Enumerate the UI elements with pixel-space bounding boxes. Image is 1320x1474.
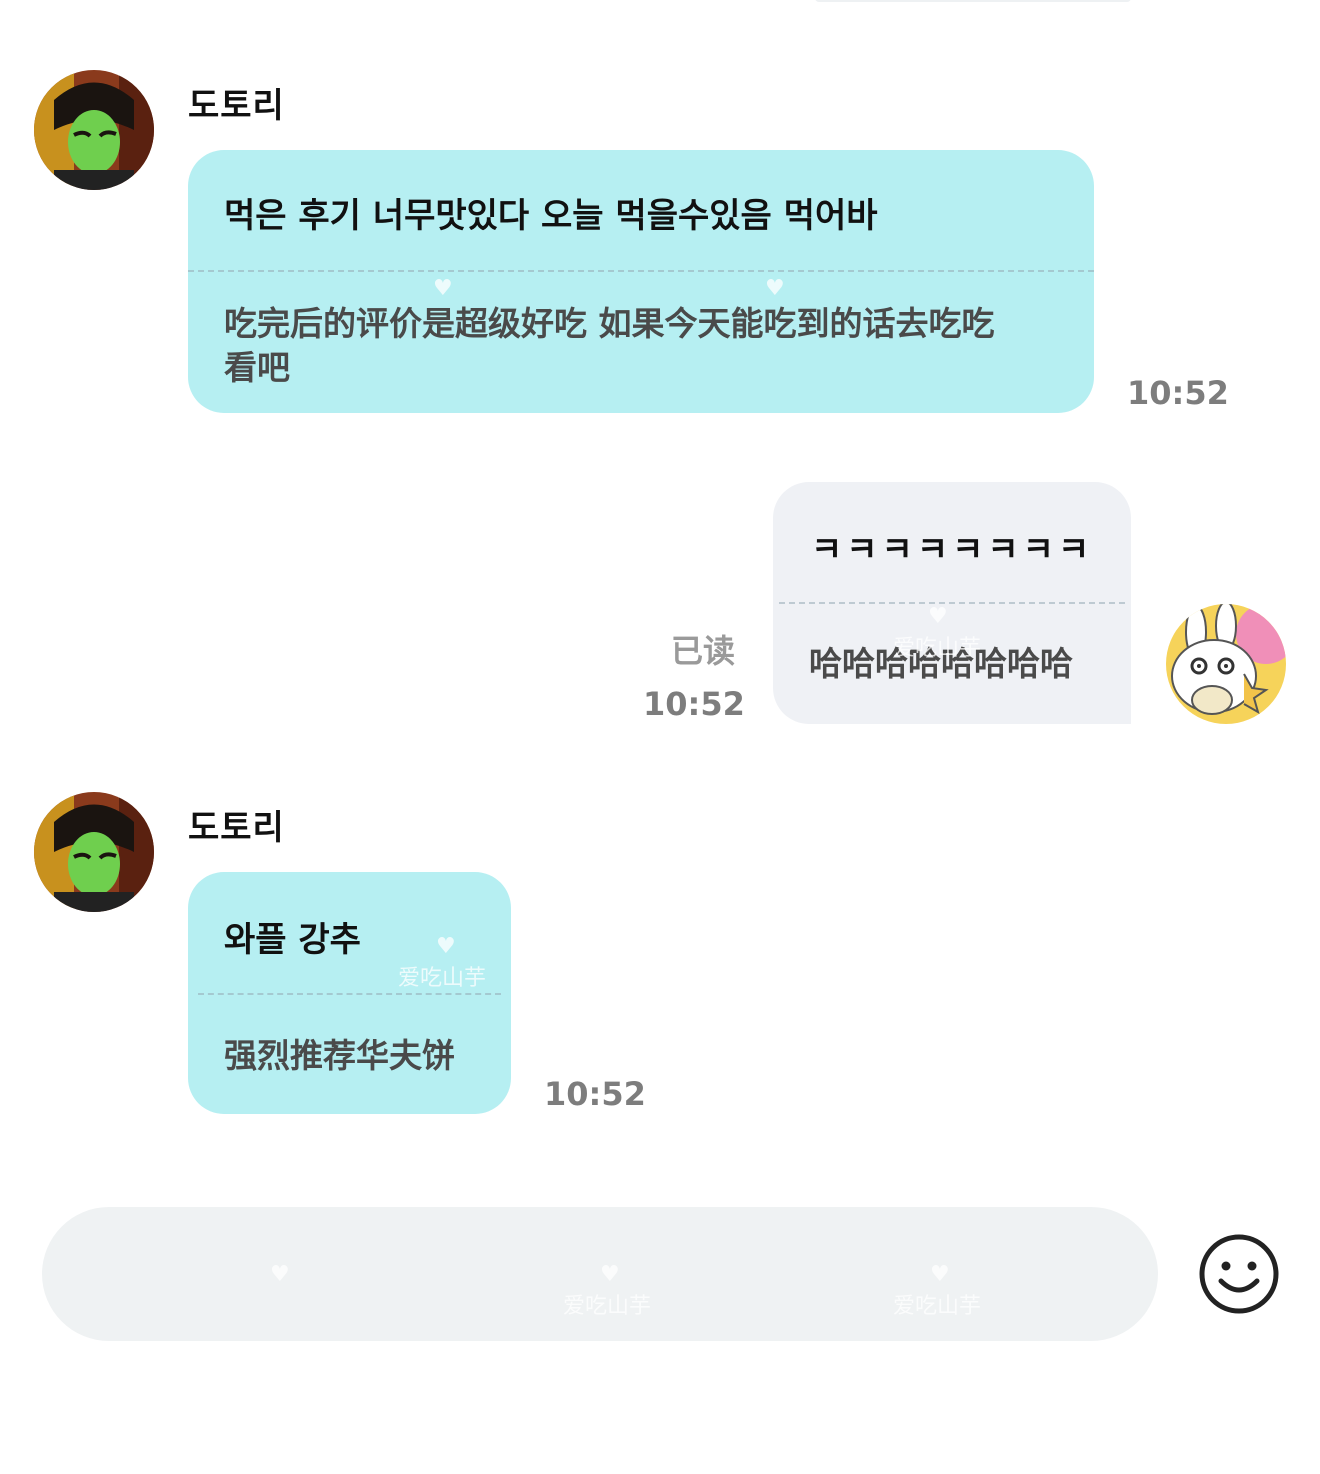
translation-line: 强烈推荐华夫饼 xyxy=(224,1036,455,1075)
message-translation: 哈哈哈哈哈哈哈哈 xyxy=(809,642,1073,686)
message-bubble-outgoing[interactable]: ㅋㅋㅋㅋㅋㅋㅋㅋ 哈哈哈哈哈哈哈哈 xyxy=(773,482,1131,724)
translation-divider xyxy=(188,270,1094,272)
translation-divider xyxy=(198,993,501,995)
sender-avatar[interactable] xyxy=(34,70,154,190)
message-text-korean: 와플 강추 xyxy=(224,920,361,960)
message-bubble-incoming[interactable]: 먹은 후기 너무맛있다 오늘 먹을수있음 먹어바 吃完后的评价是超级好吃 如果今… xyxy=(188,150,1094,413)
message-time: 10:52 xyxy=(544,1075,646,1113)
translation-line: 吃完后的评价是超级好吃 如果今天能吃到的话去吃吃 xyxy=(224,304,995,343)
my-avatar[interactable] xyxy=(1166,604,1286,724)
sender-name: 도토리 xyxy=(188,808,285,848)
message-bubble-incoming[interactable]: 와플 강추 强烈推荐华夫饼 xyxy=(188,872,511,1114)
message-text-korean: ㅋㅋㅋㅋㅋㅋㅋㅋ xyxy=(811,530,1094,570)
sender-name: 도토리 xyxy=(188,86,285,126)
translation-line: 哈哈哈哈哈哈哈哈 xyxy=(809,644,1073,683)
read-status: 已读 xyxy=(671,632,736,670)
translation-divider xyxy=(779,602,1125,604)
message-time: 10:52 xyxy=(643,685,745,723)
translation-line: 看吧 xyxy=(224,348,290,387)
message-text-korean: 먹은 후기 너무맛있다 오늘 먹을수있음 먹어바 xyxy=(224,196,878,236)
message-input[interactable] xyxy=(42,1207,1158,1341)
message-translation: 吃完后的评价是超级好吃 如果今天能吃到的话去吃吃 看吧 xyxy=(224,302,1074,390)
smiley-face-icon[interactable] xyxy=(1198,1233,1280,1315)
message-translation: 强烈推荐华夫饼 xyxy=(224,1034,455,1078)
sender-avatar[interactable] xyxy=(34,792,154,912)
previous-message-edge xyxy=(815,0,1131,2)
message-time: 10:52 xyxy=(1127,374,1229,412)
